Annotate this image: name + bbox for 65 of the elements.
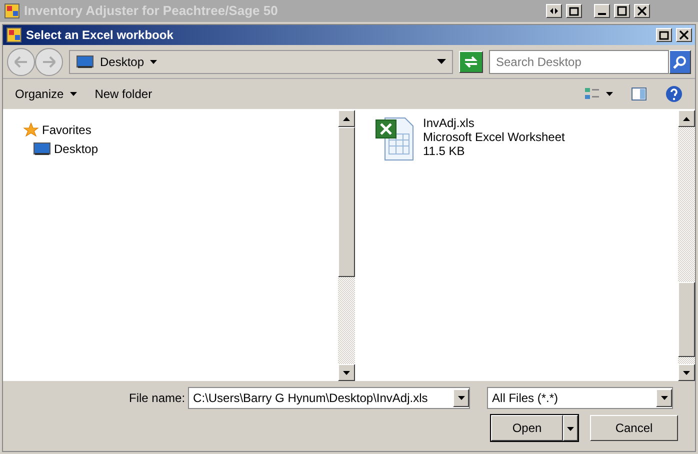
file-name-field[interactable]: C:\Users\Barry G Hynum\Desktop\InvAdj.xls [188,387,470,409]
address-bar[interactable]: Desktop [69,50,453,74]
refresh-button[interactable] [459,50,483,72]
help-icon [665,85,683,103]
restore-button[interactable] [566,4,582,18]
close-button[interactable] [634,4,650,18]
down-arrow-icon [683,370,690,374]
dropdown-caret-icon [660,396,668,400]
scroll-down-button[interactable] [678,364,695,381]
scroll-down-button[interactable] [338,364,355,381]
minimize-button[interactable] [594,4,610,18]
desktop-icon [76,54,94,69]
star-icon [23,122,39,137]
forward-arrow-icon [41,54,57,68]
scrollbar-thumb[interactable] [678,282,695,357]
file-type-dropdown[interactable]: All Files (*.*) [487,387,674,409]
file-name[interactable]: InvAdj.xls [423,116,565,130]
minimize-icon [598,13,606,15]
preview-pane-button[interactable] [631,86,647,102]
search-field[interactable]: Search Desktop [489,50,669,74]
view-list-icon [584,86,600,102]
resize-button[interactable] [546,4,562,18]
address-location: Desktop [100,54,144,70]
down-arrow-icon [343,370,350,374]
new-folder-button[interactable]: New folder [94,85,152,103]
refresh-arrows-icon [463,54,479,68]
restore-icon [568,6,580,16]
up-arrow-icon [343,116,350,120]
caret-icon [567,426,574,431]
maximize-icon [616,6,628,16]
dropdown-caret-icon [458,396,465,400]
close-icon [636,6,648,16]
maximize-button[interactable] [614,4,630,18]
dialog-title: Select an Excel workbook [26,27,174,44]
desktop-icon [33,141,51,156]
dropdown-caret-icon [437,59,446,64]
preview-pane-icon [631,86,647,102]
tree-item[interactable]: Desktop [54,140,98,158]
app-icon [4,3,20,19]
scrollbar-thumb[interactable] [338,127,355,277]
help-button[interactable] [665,85,683,103]
close-icon [678,30,690,40]
organize-menu[interactable]: Organize [15,85,77,103]
tree-item[interactable]: Favorites [42,120,92,138]
restore-icon [658,30,670,40]
file-type: Microsoft Excel Worksheet [423,130,565,144]
close-button[interactable] [676,28,692,42]
caret-icon [150,60,158,64]
scroll-up-button[interactable] [678,110,695,127]
scroll-up-button[interactable] [338,110,355,127]
app-icon [6,27,22,43]
resize-icon [548,6,560,16]
file-size: 11.5 KB [423,144,466,158]
back-arrow-icon [13,54,29,68]
search-icon [673,54,687,68]
caret-icon [70,92,77,96]
file-name-label: File name: [129,390,186,407]
view-menu[interactable] [584,86,613,102]
open-button[interactable]: Open [491,415,563,441]
open-options-button[interactable] [563,415,578,441]
restore-button[interactable] [656,28,672,42]
caret-icon [606,92,613,96]
up-arrow-icon [683,116,690,120]
search-button[interactable] [669,50,691,74]
cancel-button[interactable]: Cancel [590,415,678,441]
